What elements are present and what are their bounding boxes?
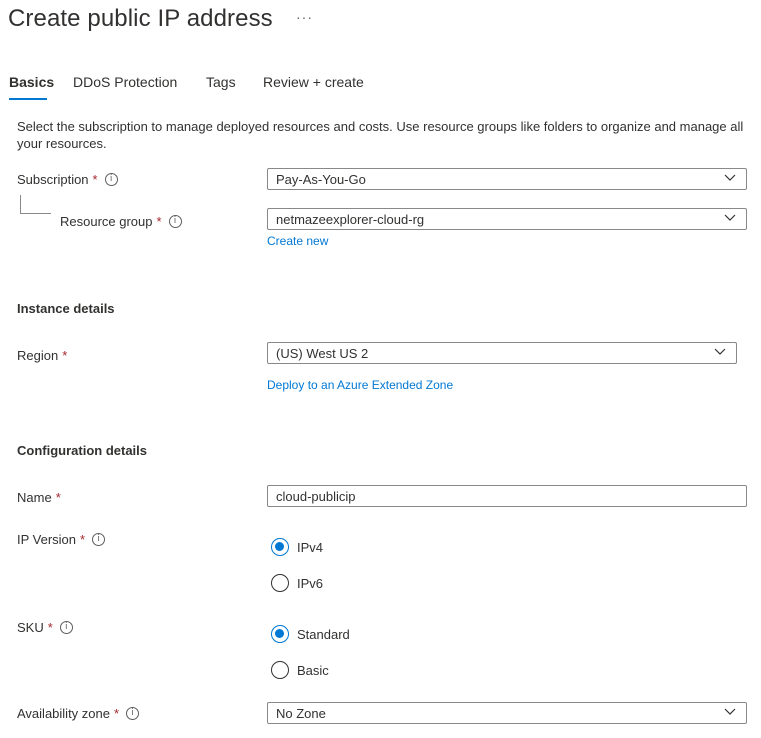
ip-version-label: IP Version * i — [17, 532, 106, 547]
tree-connector-vertical — [20, 195, 21, 213]
resource-group-dropdown[interactable]: netmazeexplorer-cloud-rg — [267, 208, 747, 230]
sku-label-text: SKU — [17, 620, 44, 635]
info-icon[interactable]: i — [168, 215, 182, 228]
required-marker: * — [113, 706, 120, 721]
tab-tags[interactable]: Tags — [206, 74, 236, 90]
info-icon[interactable]: i — [59, 621, 73, 634]
required-marker: * — [92, 172, 98, 187]
ip-version-ipv4-option[interactable]: IPv4 — [271, 538, 323, 556]
radio-button[interactable] — [271, 574, 289, 592]
availability-zone-dropdown[interactable]: No Zone — [267, 702, 747, 724]
create-new-link[interactable]: Create new — [267, 234, 328, 248]
info-icon[interactable]: i — [126, 707, 140, 720]
resource-group-label: Resource group * i — [60, 214, 182, 229]
chevron-down-icon — [724, 174, 736, 181]
sku-basic-option[interactable]: Basic — [271, 661, 329, 679]
standard-label: Standard — [297, 626, 350, 642]
ip-version-label-text: IP Version — [17, 532, 77, 547]
chevron-down-icon — [714, 348, 726, 355]
subscription-dropdown[interactable]: Pay-As-You-Go — [267, 168, 747, 190]
required-marker: * — [62, 348, 68, 363]
name-label-text: Name — [17, 490, 52, 505]
ipv4-label: IPv4 — [297, 539, 324, 555]
name-input[interactable] — [267, 485, 747, 507]
basic-label: Basic — [297, 662, 329, 678]
extended-zone-link[interactable]: Deploy to an Azure Extended Zone — [267, 378, 453, 392]
region-label: Region * — [17, 348, 67, 363]
tab-ddos-protection[interactable]: DDoS Protection — [73, 74, 177, 90]
page-description: Select the subscription to manage deploy… — [17, 119, 744, 151]
availability-zone-label-text: Availability zone — [17, 706, 110, 721]
resource-group-label-text: Resource group — [60, 214, 153, 229]
region-dropdown[interactable]: (US) West US 2 — [267, 342, 737, 364]
more-icon[interactable]: ··· — [296, 9, 313, 25]
active-tab-indicator — [9, 98, 47, 100]
tree-connector-horizontal — [20, 213, 51, 214]
region-value: (US) West US 2 — [276, 345, 369, 361]
ipv6-label: IPv6 — [297, 575, 324, 591]
page-title: Create public IP address — [8, 5, 273, 32]
subscription-label-text: Subscription — [17, 172, 89, 187]
required-marker: * — [156, 214, 162, 229]
info-icon[interactable]: i — [104, 173, 118, 186]
required-marker: * — [80, 532, 86, 547]
chevron-down-icon — [724, 214, 736, 221]
availability-zone-value: No Zone — [276, 705, 326, 721]
subscription-value: Pay-As-You-Go — [276, 171, 366, 187]
availability-zone-label: Availability zone * i — [17, 706, 140, 721]
info-icon[interactable]: i — [92, 533, 106, 546]
region-label-text: Region — [17, 348, 59, 363]
name-input-text[interactable] — [276, 488, 746, 504]
radio-button-checked[interactable] — [271, 538, 289, 556]
sku-standard-option[interactable]: Standard — [271, 625, 350, 643]
ip-version-ipv6-option[interactable]: IPv6 — [271, 574, 323, 592]
radio-button-checked[interactable] — [271, 625, 289, 643]
chevron-down-icon — [724, 708, 736, 715]
sku-label: SKU * i — [17, 620, 73, 635]
tab-basics[interactable]: Basics — [9, 74, 54, 90]
resource-group-value: netmazeexplorer-cloud-rg — [276, 211, 425, 227]
radio-button[interactable] — [271, 661, 289, 679]
name-label: Name * — [17, 490, 61, 505]
instance-details-heading: Instance details — [17, 301, 115, 316]
subscription-label: Subscription * i — [17, 172, 118, 187]
tab-review-create[interactable]: Review + create — [263, 74, 364, 90]
configuration-details-heading: Configuration details — [17, 443, 147, 458]
required-marker: * — [55, 490, 61, 505]
required-marker: * — [47, 620, 53, 635]
